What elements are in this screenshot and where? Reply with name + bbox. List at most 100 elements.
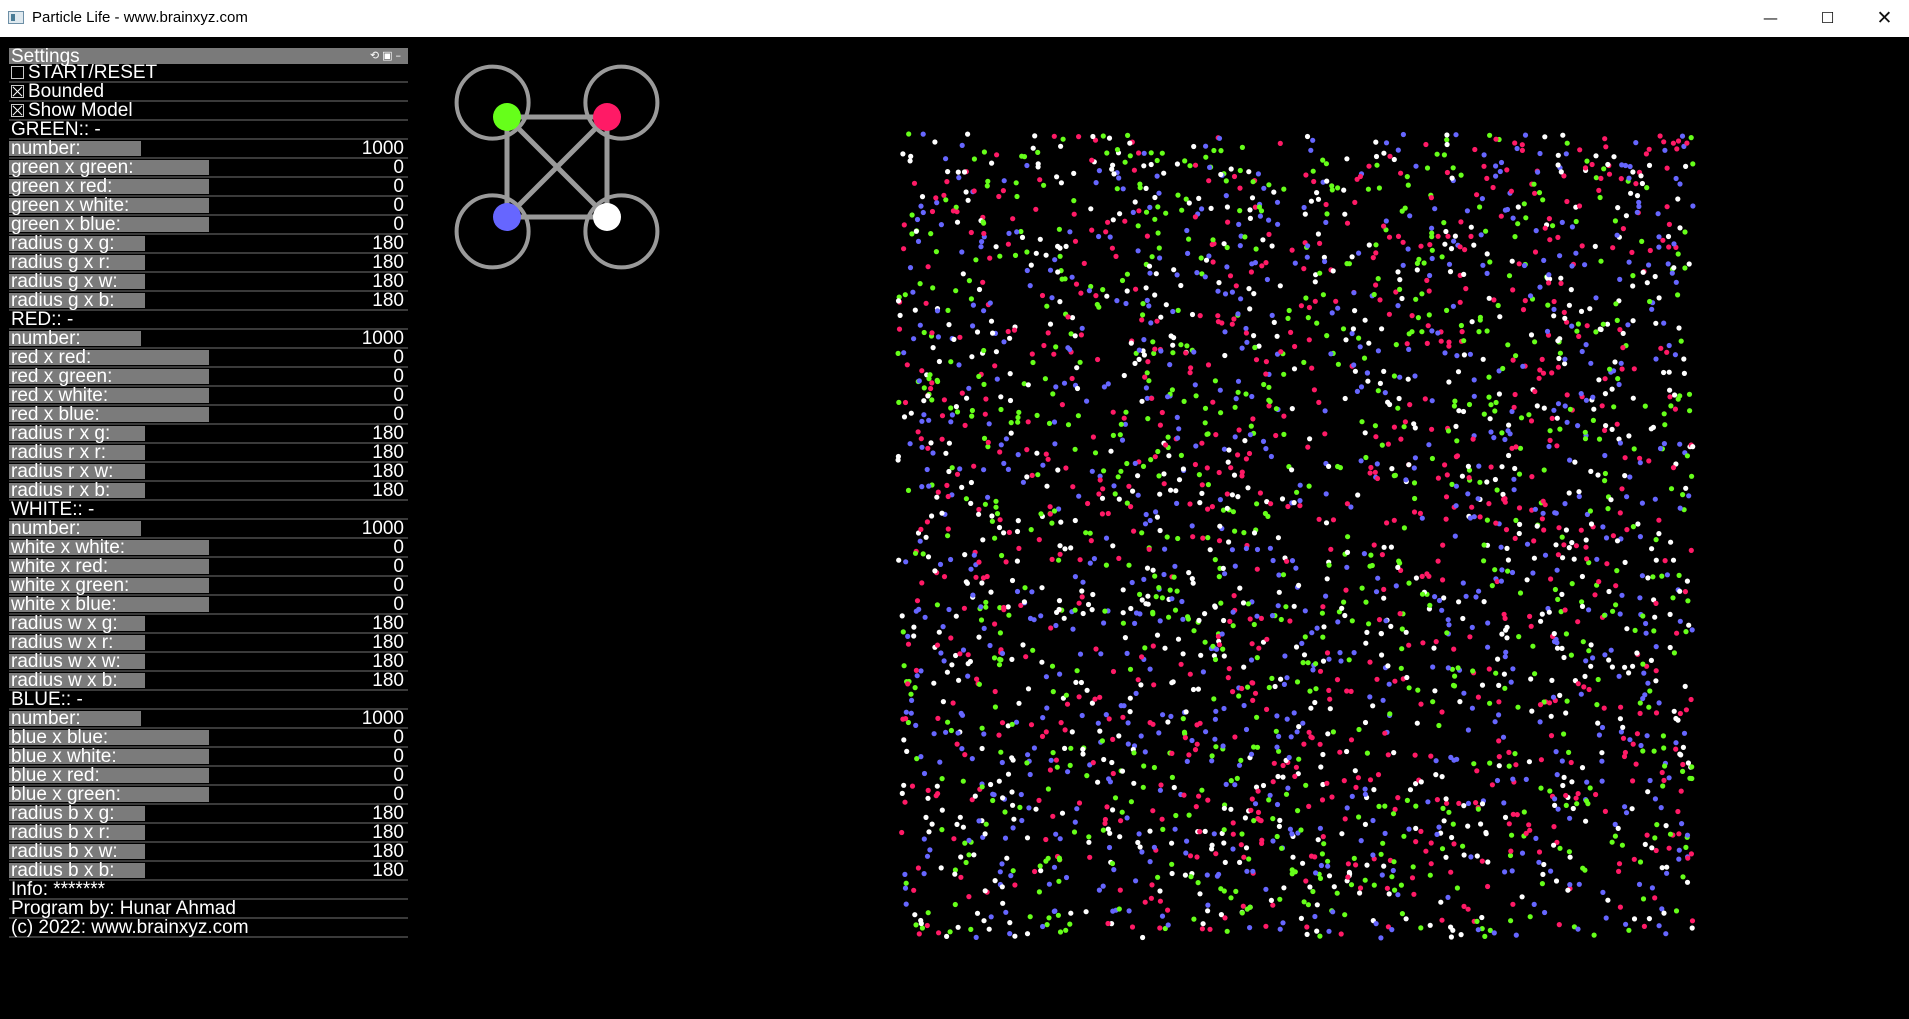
green-particle bbox=[1212, 557, 1218, 563]
blue-particle bbox=[1626, 259, 1632, 265]
white-particle bbox=[1624, 626, 1630, 632]
red-radius-slider[interactable]: radius r x b: 180 bbox=[9, 481, 408, 501]
show-model-checkbox[interactable] bbox=[11, 104, 24, 117]
green-particle bbox=[1150, 609, 1156, 615]
white-particle bbox=[992, 878, 998, 884]
particle-canvas[interactable] bbox=[890, 130, 1702, 942]
white-particle bbox=[1342, 395, 1348, 402]
red-particle bbox=[1095, 356, 1101, 363]
panel-control-icons[interactable]: ⟲▣– bbox=[370, 48, 404, 64]
white-particle bbox=[963, 579, 969, 585]
red-particle bbox=[1469, 504, 1475, 510]
red-particle bbox=[1501, 611, 1507, 617]
white-particle bbox=[1672, 392, 1678, 398]
green-radius-slider[interactable]: radius g x b: 180 bbox=[9, 291, 408, 311]
white-particle bbox=[1196, 617, 1202, 623]
blue-particle bbox=[987, 642, 993, 649]
slider-label: radius w x b: bbox=[11, 670, 118, 691]
close-button[interactable]: ✕ bbox=[1856, 0, 1909, 36]
green-particle bbox=[1647, 298, 1653, 305]
green-particle bbox=[1313, 661, 1319, 667]
red-particle bbox=[1674, 146, 1680, 152]
red-particle bbox=[1677, 710, 1683, 717]
white-particle bbox=[1300, 860, 1306, 866]
red-particle bbox=[1142, 374, 1148, 380]
red-particle bbox=[1337, 749, 1343, 755]
green-particle bbox=[1500, 365, 1506, 372]
red-particle bbox=[1485, 883, 1491, 890]
red-particle bbox=[1110, 409, 1116, 415]
blue-particle bbox=[1367, 694, 1373, 700]
green-particle bbox=[1294, 489, 1300, 495]
white-particle bbox=[1162, 645, 1168, 651]
white-particle bbox=[1653, 678, 1659, 684]
red-particle bbox=[1150, 721, 1156, 727]
red-particle bbox=[994, 152, 1000, 158]
green-particle bbox=[1356, 726, 1362, 733]
green-particle bbox=[1305, 902, 1311, 908]
red-particle bbox=[1385, 752, 1391, 758]
maximize-button[interactable]: ☐ bbox=[1799, 0, 1856, 36]
green-particle bbox=[1140, 312, 1146, 318]
blue-particle bbox=[1349, 793, 1355, 800]
green-particle bbox=[1566, 749, 1572, 756]
blue-particle bbox=[1318, 862, 1324, 869]
red-particle bbox=[1240, 903, 1246, 909]
red-particle bbox=[1270, 902, 1276, 908]
blue-particle bbox=[1492, 719, 1498, 725]
white-particle bbox=[1007, 397, 1014, 404]
white-particle bbox=[1324, 178, 1330, 184]
blue-radius-slider[interactable]: radius b x b: 180 bbox=[9, 861, 408, 881]
blue-particle bbox=[1143, 385, 1149, 391]
title-bar[interactable]: Particle Life - www.brainxyz.com — ☐ ✕ bbox=[0, 0, 1909, 37]
blue-particle bbox=[1051, 419, 1058, 425]
red-particle bbox=[1037, 177, 1043, 183]
green-particle bbox=[969, 407, 975, 414]
green-particle bbox=[902, 292, 908, 298]
blue-particle bbox=[1176, 426, 1182, 432]
red-particle bbox=[1373, 282, 1379, 288]
red-particle bbox=[944, 482, 950, 488]
red-particle bbox=[1076, 134, 1082, 140]
red-particle bbox=[1106, 716, 1112, 722]
green-particle bbox=[1574, 801, 1580, 807]
white-radius-slider[interactable]: radius w x b: 180 bbox=[9, 670, 408, 691]
blue-particle bbox=[1564, 419, 1570, 425]
bounded-checkbox[interactable] bbox=[11, 85, 24, 98]
white-particle bbox=[1228, 806, 1234, 812]
green-particle bbox=[1378, 851, 1384, 857]
white-particle bbox=[1365, 378, 1371, 384]
green-particle bbox=[1254, 655, 1260, 661]
white-particle bbox=[1487, 416, 1493, 422]
blue-particle bbox=[1590, 394, 1596, 400]
red-particle bbox=[1397, 611, 1403, 617]
red-particle bbox=[1193, 804, 1199, 810]
white-particle bbox=[1469, 319, 1475, 325]
blue-particle bbox=[1464, 208, 1470, 214]
red-particle bbox=[954, 741, 960, 747]
white-particle bbox=[928, 440, 934, 446]
green-particle bbox=[1060, 136, 1066, 142]
start-reset-checkbox[interactable] bbox=[11, 66, 24, 79]
red-particle bbox=[1576, 333, 1582, 339]
blue-particle bbox=[1554, 640, 1560, 646]
minimize-button[interactable]: — bbox=[1742, 0, 1799, 36]
white-particle bbox=[1147, 828, 1153, 834]
green-particle bbox=[1593, 329, 1599, 335]
white-particle bbox=[1293, 644, 1300, 650]
blue-particle bbox=[1559, 758, 1565, 764]
blue-particle bbox=[1269, 312, 1275, 318]
white-particle bbox=[1005, 771, 1012, 777]
red-particle bbox=[1182, 735, 1188, 741]
blue-particle bbox=[1040, 462, 1046, 468]
red-particle bbox=[1039, 733, 1046, 740]
red-particle bbox=[1047, 504, 1053, 510]
red-particle bbox=[1250, 680, 1256, 686]
white-particle bbox=[1414, 267, 1420, 273]
red-particle bbox=[1496, 699, 1502, 705]
green-particle bbox=[1421, 260, 1427, 266]
green-particle bbox=[1321, 841, 1327, 847]
blue-particle bbox=[921, 871, 927, 877]
red-particle bbox=[905, 641, 912, 647]
white-particle bbox=[1678, 752, 1684, 758]
